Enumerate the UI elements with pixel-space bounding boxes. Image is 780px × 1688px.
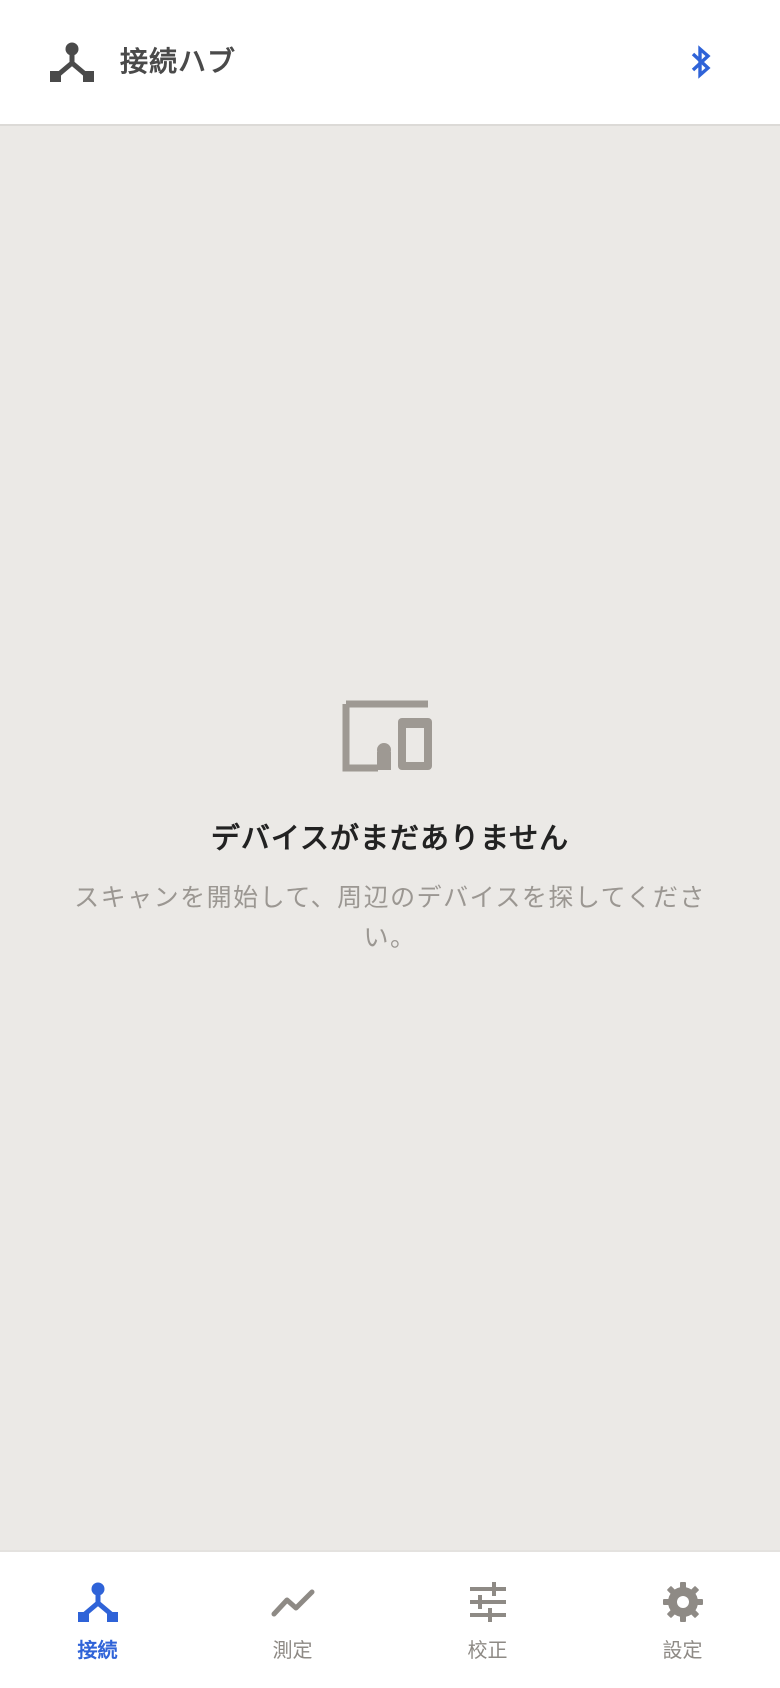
hub-icon [77,1582,118,1622]
page-title: 接続ハブ [120,45,237,78]
gear-icon [662,1582,703,1622]
bluetooth-button[interactable] [681,38,721,86]
empty-state-description: スキャンを開始して、周辺のデバイスを探してください。 [74,883,706,952]
tab-label: 測定 [272,1638,313,1662]
bluetooth-icon [691,45,711,79]
bottom-tab-bar: 接続 測定 校正 設定 [0,1550,780,1688]
trend-icon [271,1589,314,1617]
tab-connect[interactable]: 接続 [0,1552,195,1688]
tab-label: 接続 [77,1638,118,1662]
tab-measure[interactable]: 測定 [195,1552,390,1688]
tab-calibrate[interactable]: 校正 [390,1552,585,1688]
app-screen: 接続ハブ デバイスがまだありません スキャンを開始して、周辺のデバイスを探してく… [0,0,780,1688]
hub-icon [50,42,94,82]
empty-state: デバイスがまだありません スキャンを開始して、周辺のデバイスを探してください。 [0,700,780,958]
app-header: 接続ハブ [0,0,780,126]
tab-settings[interactable]: 設定 [585,1552,780,1688]
tab-label: 校正 [467,1638,508,1662]
empty-state-title: デバイスがまだありません [210,821,570,855]
tune-icon [469,1582,506,1622]
devices-icon [342,700,432,772]
tab-label: 設定 [662,1638,703,1662]
